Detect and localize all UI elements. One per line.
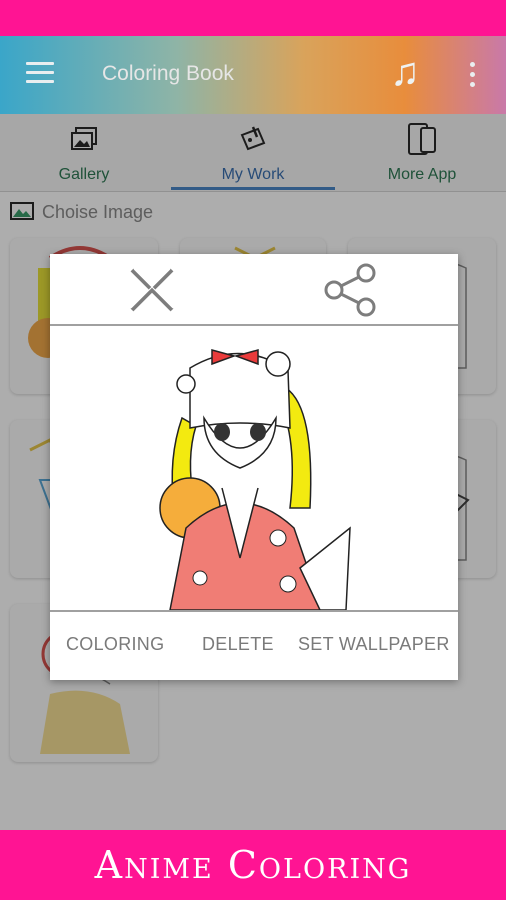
more-options-icon[interactable] [470, 62, 476, 88]
artwork-dialog: COLORING DELETE SET WALLPAPER [50, 254, 458, 680]
delete-button[interactable]: DELETE [202, 634, 274, 655]
promo-banner-text: Anime Coloring [94, 843, 412, 887]
app-bar: Coloring Book ♫ [0, 36, 506, 114]
dialog-header [50, 254, 458, 326]
coloring-button[interactable]: COLORING [66, 634, 164, 655]
set-wallpaper-button[interactable]: SET WALLPAPER [298, 634, 450, 655]
share-icon[interactable] [322, 262, 380, 318]
artwork-preview [50, 328, 458, 610]
promo-banner: Anime Coloring [0, 830, 506, 900]
status-bar-band [0, 0, 506, 36]
dialog-actions: COLORING DELETE SET WALLPAPER [50, 610, 458, 680]
app-title: Coloring Book [102, 62, 234, 85]
close-icon[interactable] [128, 266, 176, 314]
menu-icon[interactable] [26, 62, 54, 86]
music-icon[interactable]: ♫ [390, 50, 420, 94]
